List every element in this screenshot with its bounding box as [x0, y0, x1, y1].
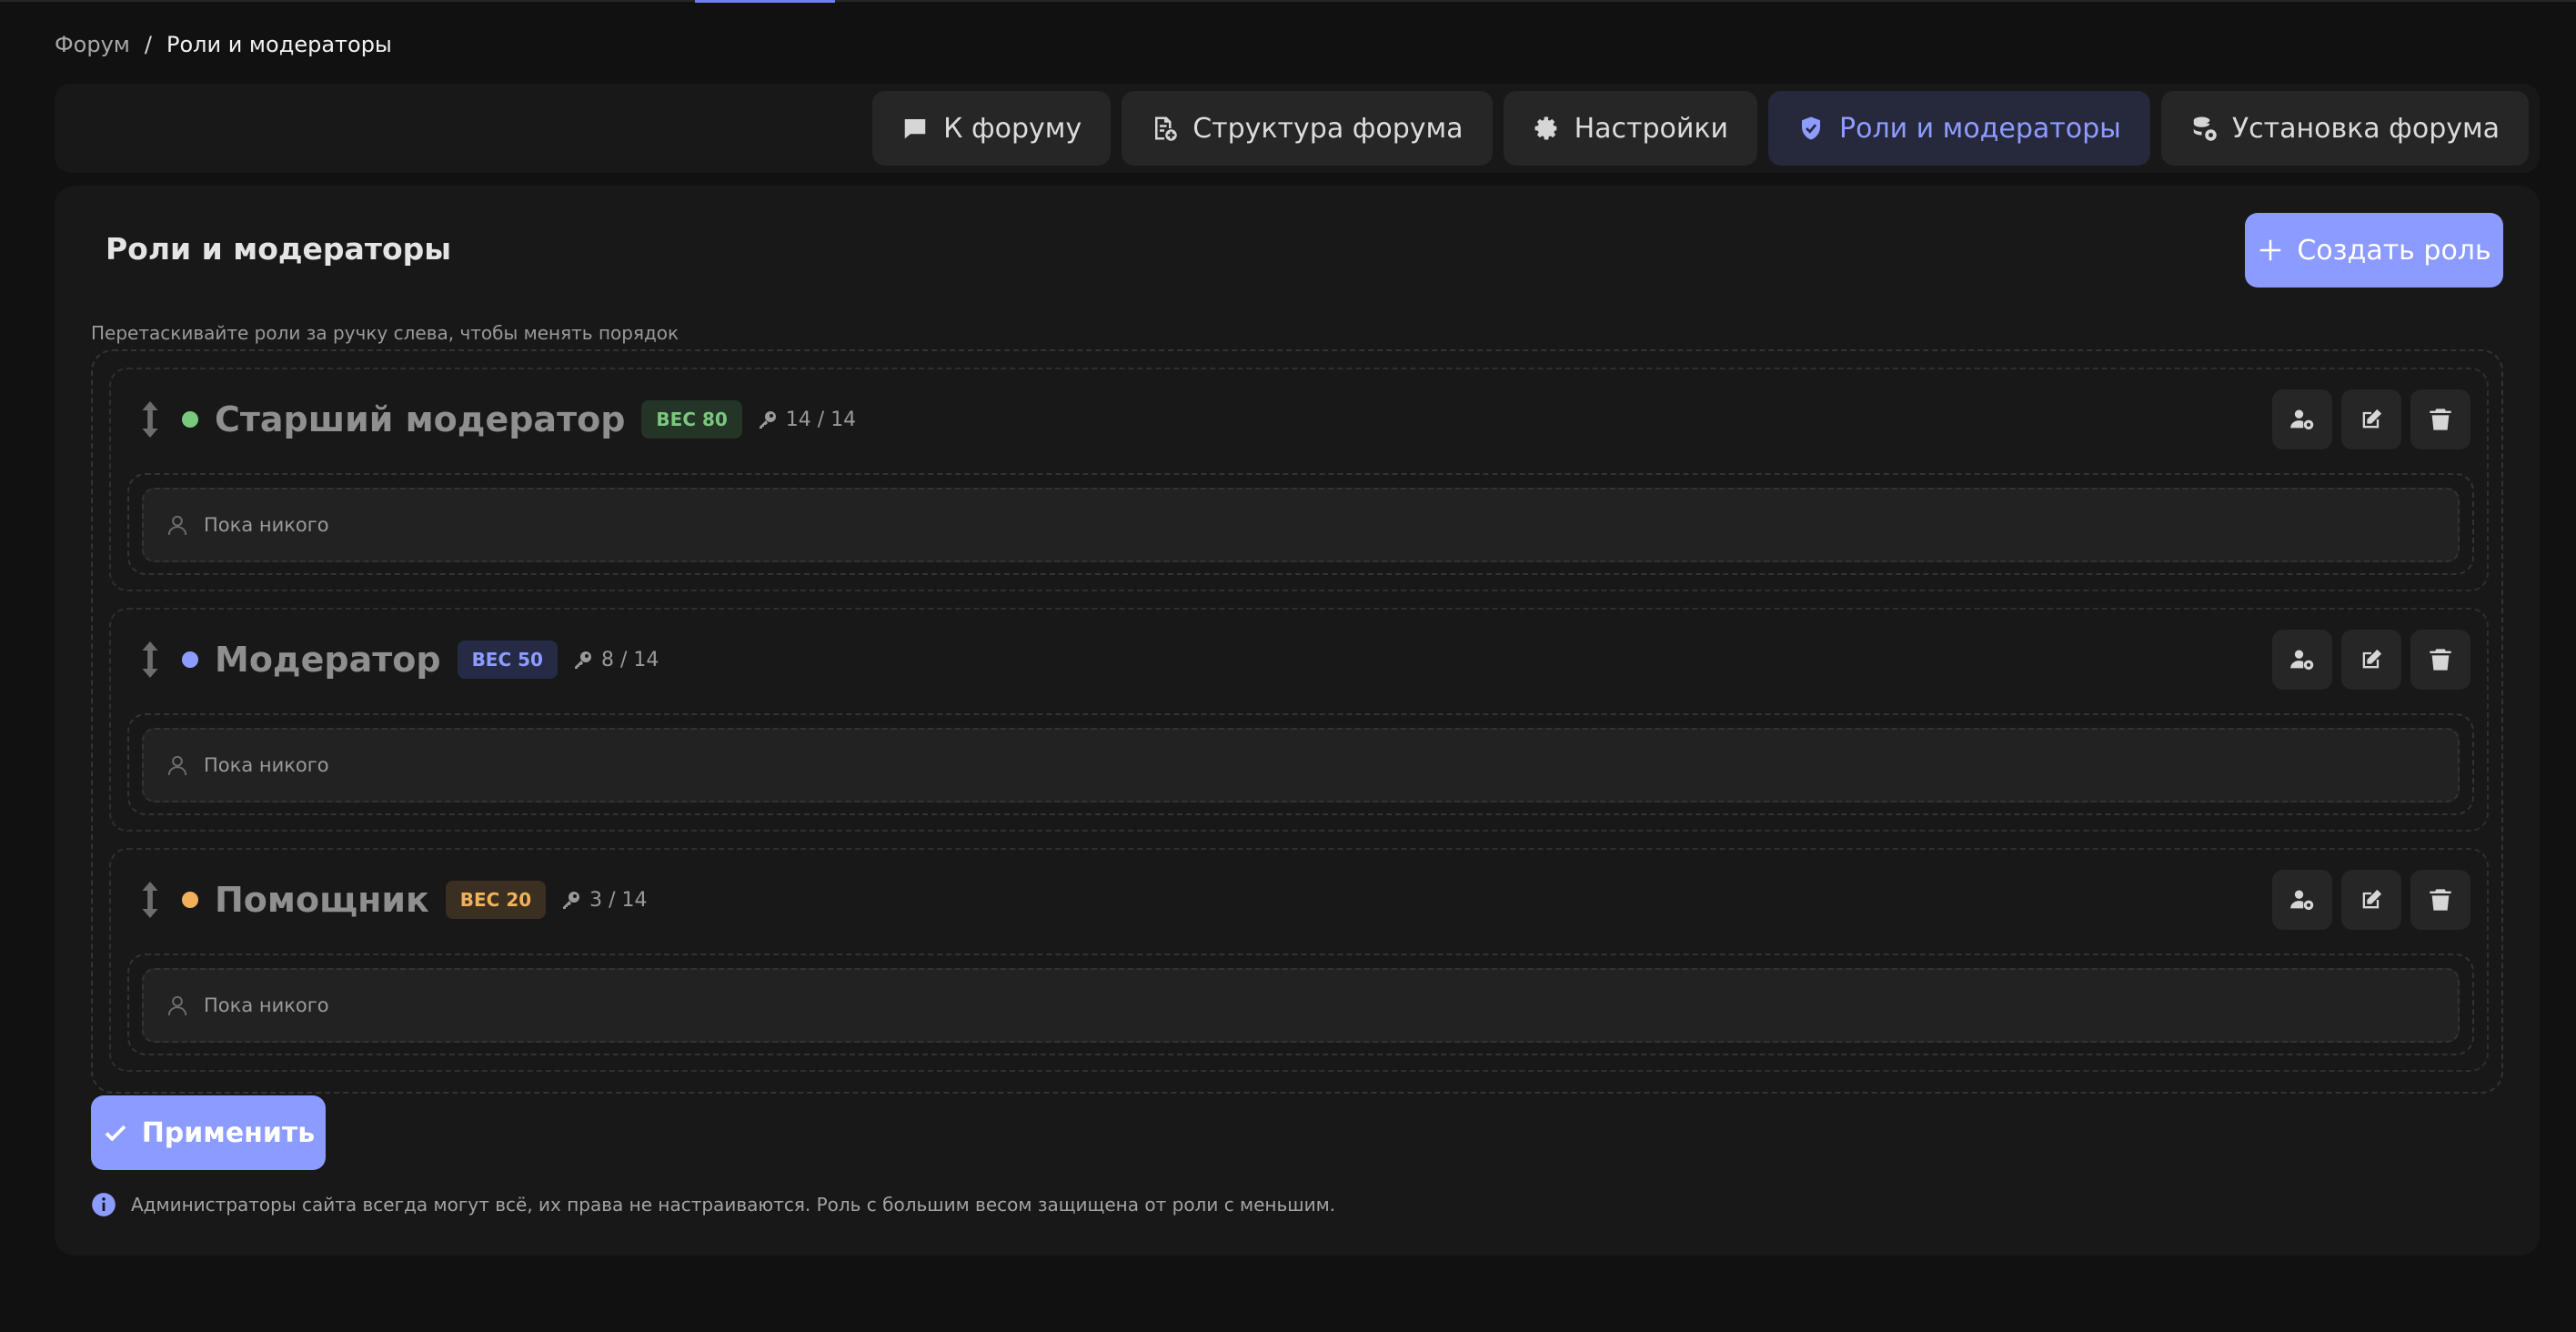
role-name: Старший модератор — [215, 399, 626, 439]
role-permissions-count: 8 / 14 — [600, 648, 659, 671]
role-color-dot — [182, 411, 198, 428]
admin-note-text: Администраторы сайта всегда могут всё, и… — [131, 1194, 1336, 1216]
empty-members-text: Пока никого — [204, 994, 329, 1016]
trash-icon — [2430, 409, 2451, 430]
roles-panel: Роли и модераторы Создать роль Перетаски… — [55, 186, 2540, 1256]
chat-icon — [904, 119, 926, 139]
delete-role-button[interactable] — [2410, 630, 2470, 690]
users-gear-icon — [2290, 409, 2314, 430]
role-permissions-count: 14 / 14 — [785, 408, 857, 431]
role-card-moderator[interactable]: Модератор ВЕС 50 8 / 14 Пока никого — [109, 608, 2489, 832]
role-permissions: 14 / 14 — [757, 409, 856, 431]
role-permissions-count: 3 / 14 — [589, 888, 648, 912]
page-title: Роли и модераторы — [106, 231, 452, 267]
role-card-helper[interactable]: Помощник ВЕС 20 3 / 14 Пока никого — [109, 848, 2489, 1072]
info-icon — [92, 1193, 116, 1216]
breadcrumb-forum-link[interactable]: Форум — [55, 32, 130, 57]
top-accent-bar — [695, 0, 835, 3]
empty-members: Пока никого — [142, 968, 2460, 1043]
role-weight-badge: ВЕС 50 — [457, 641, 558, 679]
role-weight-badge: ВЕС 20 — [445, 881, 547, 919]
role-actions — [2272, 870, 2470, 930]
role-actions — [2272, 630, 2470, 690]
tab-forum-install[interactable]: Установка форума — [2160, 91, 2529, 166]
manage-members-button[interactable] — [2272, 870, 2332, 930]
empty-members: Пока никого — [142, 728, 2460, 802]
check-icon — [105, 1125, 126, 1142]
top-divider — [0, 0, 2576, 2]
role-weight-badge: ВЕС 80 — [641, 400, 742, 439]
install-icon — [2193, 116, 2217, 141]
edit-role-button[interactable] — [2341, 630, 2401, 690]
delete-role-button[interactable] — [2410, 870, 2470, 930]
tab-roles-moderators[interactable]: Роли и модераторы — [1768, 91, 2150, 166]
structure-icon — [1155, 116, 1177, 141]
role-header: Старший модератор ВЕС 80 14 / 14 — [138, 389, 856, 449]
apply-label: Применить — [141, 1116, 316, 1149]
tab-forum-structure[interactable]: Структура форума — [1122, 91, 1493, 166]
gear-icon — [1535, 116, 1556, 140]
user-icon — [167, 515, 187, 535]
trash-icon — [2430, 649, 2451, 671]
trash-icon — [2430, 889, 2451, 911]
role-card-senior-moderator[interactable]: Старший модератор ВЕС 80 14 / 14 Пока ни… — [109, 368, 2489, 591]
create-role-label: Создать роль — [2297, 234, 2491, 267]
create-role-button[interactable]: Создать роль — [2245, 213, 2503, 288]
tab-label: Установка форума — [2231, 112, 2500, 145]
tab-label: Настройки — [1574, 112, 1728, 145]
key-icon — [563, 892, 580, 909]
empty-members: Пока никого — [142, 488, 2460, 562]
users-gear-icon — [2290, 650, 2314, 671]
role-actions — [2272, 389, 2470, 449]
users-gear-icon — [2290, 890, 2314, 911]
edit-role-button[interactable] — [2341, 870, 2401, 930]
role-name: Модератор — [215, 640, 441, 680]
role-header: Модератор ВЕС 50 8 / 14 — [138, 630, 659, 690]
role-name: Помощник — [215, 880, 429, 920]
role-members-dropzone[interactable]: Пока никого — [127, 473, 2474, 575]
user-icon — [167, 755, 187, 775]
key-icon — [574, 651, 591, 669]
breadcrumb-current: Роли и модераторы — [166, 32, 392, 57]
plus-icon — [2260, 239, 2281, 261]
edit-icon — [2362, 409, 2382, 429]
role-members-dropzone[interactable]: Пока никого — [127, 713, 2474, 815]
tabs-bar: К форуму Структура форума Настройки Роли… — [55, 84, 2540, 173]
edit-icon — [2362, 889, 2382, 909]
tab-label: Роли и модераторы — [1839, 112, 2121, 145]
roles-list: Старший модератор ВЕС 80 14 / 14 Пока ни… — [91, 349, 2503, 1094]
drag-handle-icon[interactable] — [138, 882, 162, 918]
apply-button[interactable]: Применить — [91, 1095, 326, 1170]
tab-settings[interactable]: Настройки — [1503, 91, 1757, 166]
role-header: Помощник ВЕС 20 3 / 14 — [138, 870, 648, 930]
role-color-dot — [182, 892, 198, 908]
empty-members-text: Пока никого — [204, 754, 329, 776]
drag-handle-icon[interactable] — [138, 401, 162, 438]
empty-members-text: Пока никого — [204, 514, 329, 536]
manage-members-button[interactable] — [2272, 389, 2332, 449]
drag-hint: Перетаскивайте роли за ручку слева, чтоб… — [91, 322, 679, 344]
tab-label: К форуму — [943, 112, 1082, 145]
manage-members-button[interactable] — [2272, 630, 2332, 690]
role-permissions: 3 / 14 — [560, 888, 648, 912]
role-permissions: 8 / 14 — [572, 649, 659, 671]
edit-role-button[interactable] — [2341, 389, 2401, 449]
drag-handle-icon[interactable] — [138, 641, 162, 678]
shield-icon — [1802, 116, 1820, 140]
breadcrumb: Форум / Роли и модераторы — [55, 31, 392, 58]
role-color-dot — [182, 651, 198, 668]
admin-note: Администраторы сайта всегда могут всё, и… — [91, 1192, 1335, 1217]
tab-label: Структура форума — [1192, 112, 1464, 145]
role-members-dropzone[interactable]: Пока никого — [127, 954, 2474, 1055]
key-icon — [759, 411, 776, 429]
edit-icon — [2362, 649, 2382, 669]
breadcrumb-separator: / — [144, 32, 152, 57]
delete-role-button[interactable] — [2410, 389, 2470, 449]
tab-to-forum[interactable]: К форуму — [872, 91, 1112, 166]
user-icon — [167, 995, 187, 1015]
